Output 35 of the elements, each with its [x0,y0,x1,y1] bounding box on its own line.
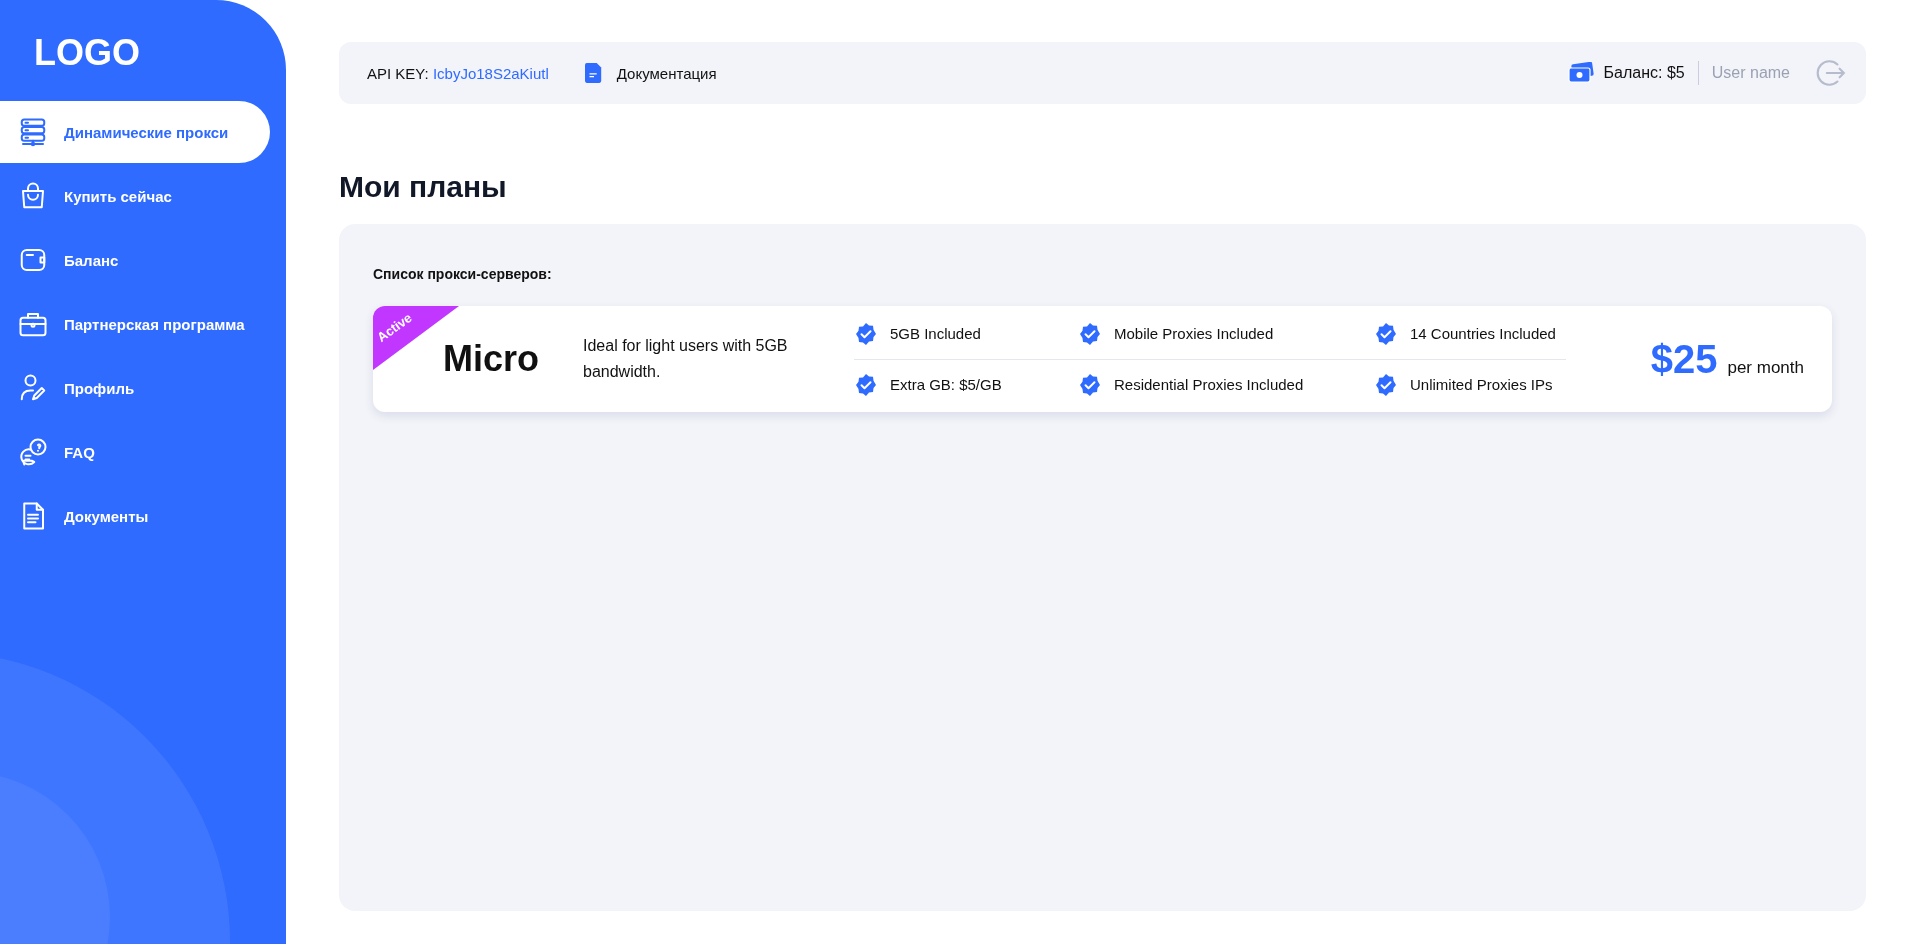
user-name: User name [1711,64,1790,82]
feature-text: Unlimited Proxies IPs [1410,376,1553,393]
section-label: Список прокси-серверов: [373,266,553,282]
check-badge-icon [1078,321,1102,346]
logout-icon[interactable] [1814,57,1846,89]
check-badge-icon [1078,372,1102,397]
chat-question-icon [18,437,48,467]
money-icon [1567,62,1594,84]
balance-text: Баланс: $5 [1603,64,1685,82]
sidebar-item[interactable]: Баланс [0,229,270,291]
check-badge-icon [854,372,878,397]
check-badge-icon [854,321,878,346]
plan-price: $25 [1650,336,1718,382]
sidebar-item[interactable]: Профиль [0,357,270,419]
documentation-link[interactable]: Документация [616,64,717,82]
user-edit-icon [18,373,48,403]
document-icon [584,63,603,83]
sidebar-item[interactable]: Купить сейчас [0,165,270,227]
server-icon [18,117,48,147]
feature-text: 5GB Included [890,325,981,342]
check-badge-icon [1374,321,1398,346]
sidebar-item[interactable]: Партнерская программа [0,293,270,355]
feature-text: Extra GB: $5/GB [890,376,1002,393]
price-period: per month [1727,357,1804,378]
logo: LOGO [33,31,141,75]
plan-description: Ideal for light users with 5GB bandwidth. [583,336,789,382]
page-title: Мои планы [339,169,508,205]
sidebar-item[interactable]: FAQ [0,421,270,483]
check-badge-icon [1374,372,1398,397]
feature-text: 14 Countries Included [1410,325,1556,342]
feature-text: Residential Proxies Included [1114,376,1304,393]
api-key-text: API KEY: IcbyJo18S2aKiutl [367,64,549,82]
sidebar-item[interactable]: Документы [0,485,270,547]
feature-text: Mobile Proxies Included [1114,325,1274,342]
sidebar-item[interactable]: Динамические прокси [0,101,270,163]
